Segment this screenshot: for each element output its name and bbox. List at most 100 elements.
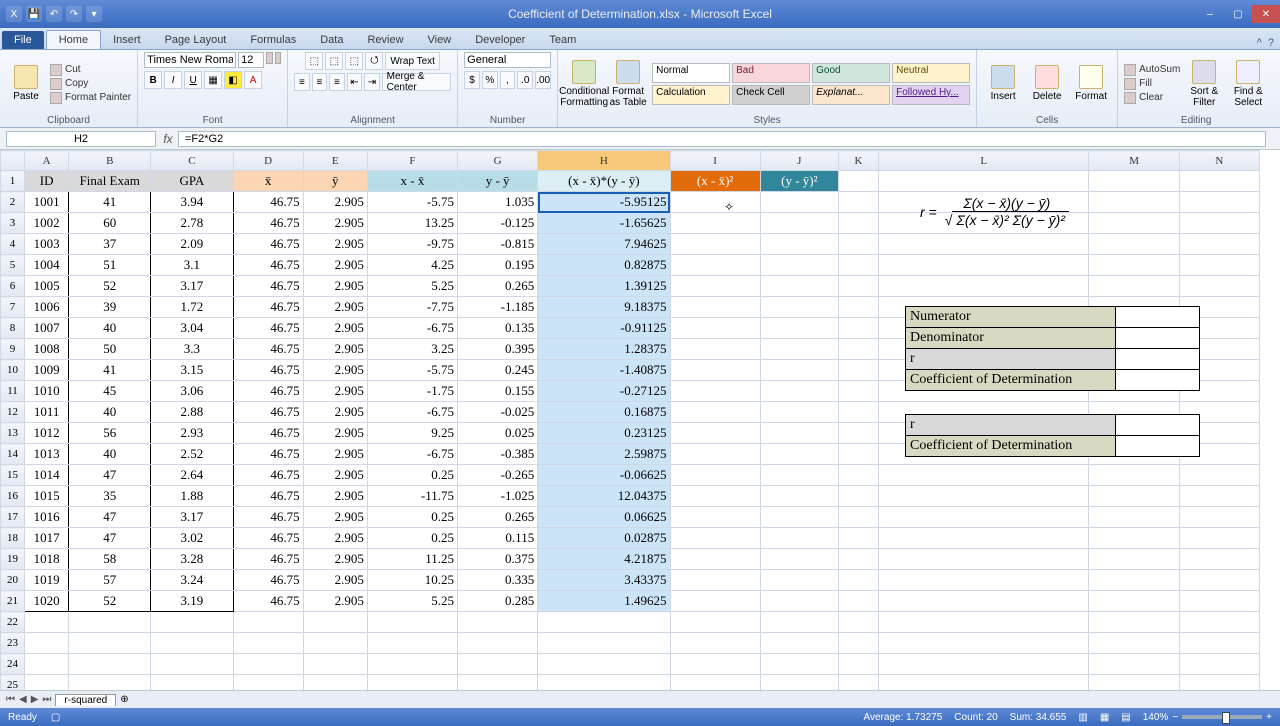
align-right-icon[interactable]: ≡ [329, 73, 345, 91]
cell-E16[interactable]: 2.905 [303, 486, 367, 507]
cell-D10[interactable]: 46.75 [233, 360, 303, 381]
cell-I11[interactable] [670, 381, 760, 402]
side-label[interactable]: Denominator [906, 328, 1116, 349]
sheet-nav-prev-icon[interactable]: ◀ [19, 694, 27, 705]
font-color-button[interactable]: A [244, 71, 262, 89]
cell-I1[interactable]: (x - x̄)² [670, 171, 760, 192]
cell-M19[interactable] [1089, 549, 1179, 570]
border-button[interactable]: ▦ [204, 71, 222, 89]
cell-C3[interactable]: 2.78 [151, 213, 233, 234]
cell-H2[interactable]: -5.95125 [538, 192, 670, 213]
cell-E25[interactable] [303, 675, 367, 691]
cell-F12[interactable]: -6.75 [367, 402, 457, 423]
cell-H11[interactable]: -0.27125 [538, 381, 670, 402]
cell-A6[interactable]: 1005 [25, 276, 69, 297]
cell-K25[interactable] [838, 675, 878, 691]
cell-G15[interactable]: -0.265 [458, 465, 538, 486]
cell-B10[interactable]: 41 [69, 360, 151, 381]
cell-H9[interactable]: 1.28375 [538, 339, 670, 360]
col-header-D[interactable]: D [233, 151, 303, 171]
cell-K9[interactable] [838, 339, 878, 360]
cell-E6[interactable]: 2.905 [303, 276, 367, 297]
col-header-M[interactable]: M [1089, 151, 1179, 171]
cell-E5[interactable]: 2.905 [303, 255, 367, 276]
shrink-font-icon[interactable] [275, 52, 282, 64]
italic-button[interactable]: I [164, 71, 182, 89]
cell-M1[interactable] [1089, 171, 1179, 192]
cell-D23[interactable] [233, 633, 303, 654]
cell-D9[interactable]: 46.75 [233, 339, 303, 360]
cell-J23[interactable] [760, 633, 838, 654]
cell-G16[interactable]: -1.025 [458, 486, 538, 507]
row-header-14[interactable]: 14 [1, 444, 25, 465]
tab-developer[interactable]: Developer [463, 31, 537, 49]
cell-A23[interactable] [25, 633, 69, 654]
cell-J14[interactable] [760, 444, 838, 465]
cell-I20[interactable] [670, 570, 760, 591]
cell-A22[interactable] [25, 612, 69, 633]
cell-C11[interactable]: 3.06 [151, 381, 233, 402]
cell-H14[interactable]: 2.59875 [538, 444, 670, 465]
cell-I9[interactable] [670, 339, 760, 360]
cell-I6[interactable] [670, 276, 760, 297]
cell-I5[interactable] [670, 255, 760, 276]
cell-M24[interactable] [1089, 654, 1179, 675]
cell-C12[interactable]: 2.88 [151, 402, 233, 423]
cell-K19[interactable] [838, 549, 878, 570]
cell-J20[interactable] [760, 570, 838, 591]
tab-view[interactable]: View [416, 31, 464, 49]
cell-F25[interactable] [367, 675, 457, 691]
cell-K11[interactable] [838, 381, 878, 402]
view-normal-icon[interactable]: ▥ [1078, 712, 1087, 723]
cell-N1[interactable] [1179, 171, 1259, 192]
cell-D22[interactable] [233, 612, 303, 633]
sheet-tab[interactable]: r-squared [55, 694, 116, 706]
cell-B21[interactable]: 52 [69, 591, 151, 612]
cell-N6[interactable] [1179, 276, 1259, 297]
row-header-1[interactable]: 1 [1, 171, 25, 192]
cell-K17[interactable] [838, 507, 878, 528]
cell-C18[interactable]: 3.02 [151, 528, 233, 549]
cell-N21[interactable] [1179, 591, 1259, 612]
cell-L17[interactable] [878, 507, 1089, 528]
find-select-button[interactable]: Find & Select [1228, 56, 1268, 112]
redo-icon[interactable]: ↷ [66, 6, 82, 22]
cell-C8[interactable]: 3.04 [151, 318, 233, 339]
cell-E18[interactable]: 2.905 [303, 528, 367, 549]
cell-E3[interactable]: 2.905 [303, 213, 367, 234]
cell-J3[interactable] [760, 213, 838, 234]
font-size-select[interactable] [238, 52, 264, 68]
row-header-7[interactable]: 7 [1, 297, 25, 318]
cell-K6[interactable] [838, 276, 878, 297]
inc-decimal-icon[interactable]: .0 [517, 71, 533, 89]
side-label[interactable]: r [906, 415, 1116, 436]
cell-D24[interactable] [233, 654, 303, 675]
cell-N25[interactable] [1179, 675, 1259, 691]
cell-N15[interactable] [1179, 465, 1259, 486]
cell-E11[interactable]: 2.905 [303, 381, 367, 402]
cell-F6[interactable]: 5.25 [367, 276, 457, 297]
cell-G9[interactable]: 0.395 [458, 339, 538, 360]
col-header-G[interactable]: G [458, 151, 538, 171]
cell-K4[interactable] [838, 234, 878, 255]
cell-J8[interactable] [760, 318, 838, 339]
cell-J2[interactable] [760, 192, 838, 213]
format-cells-button[interactable]: Format [1071, 56, 1111, 112]
zoom-slider[interactable] [1182, 715, 1262, 719]
row-header-15[interactable]: 15 [1, 465, 25, 486]
cell-K23[interactable] [838, 633, 878, 654]
cell-K1[interactable] [838, 171, 878, 192]
cell-I7[interactable] [670, 297, 760, 318]
cell-G10[interactable]: 0.245 [458, 360, 538, 381]
cell-N5[interactable] [1179, 255, 1259, 276]
style-normal[interactable]: Normal [652, 63, 730, 83]
qat-more-icon[interactable]: ▾ [86, 6, 102, 22]
cell-B12[interactable]: 40 [69, 402, 151, 423]
cell-K20[interactable] [838, 570, 878, 591]
bold-button[interactable]: B [144, 71, 162, 89]
cell-H23[interactable] [538, 633, 670, 654]
cell-D21[interactable]: 46.75 [233, 591, 303, 612]
cell-D25[interactable] [233, 675, 303, 691]
col-header-H[interactable]: H [538, 151, 670, 171]
cell-B9[interactable]: 50 [69, 339, 151, 360]
